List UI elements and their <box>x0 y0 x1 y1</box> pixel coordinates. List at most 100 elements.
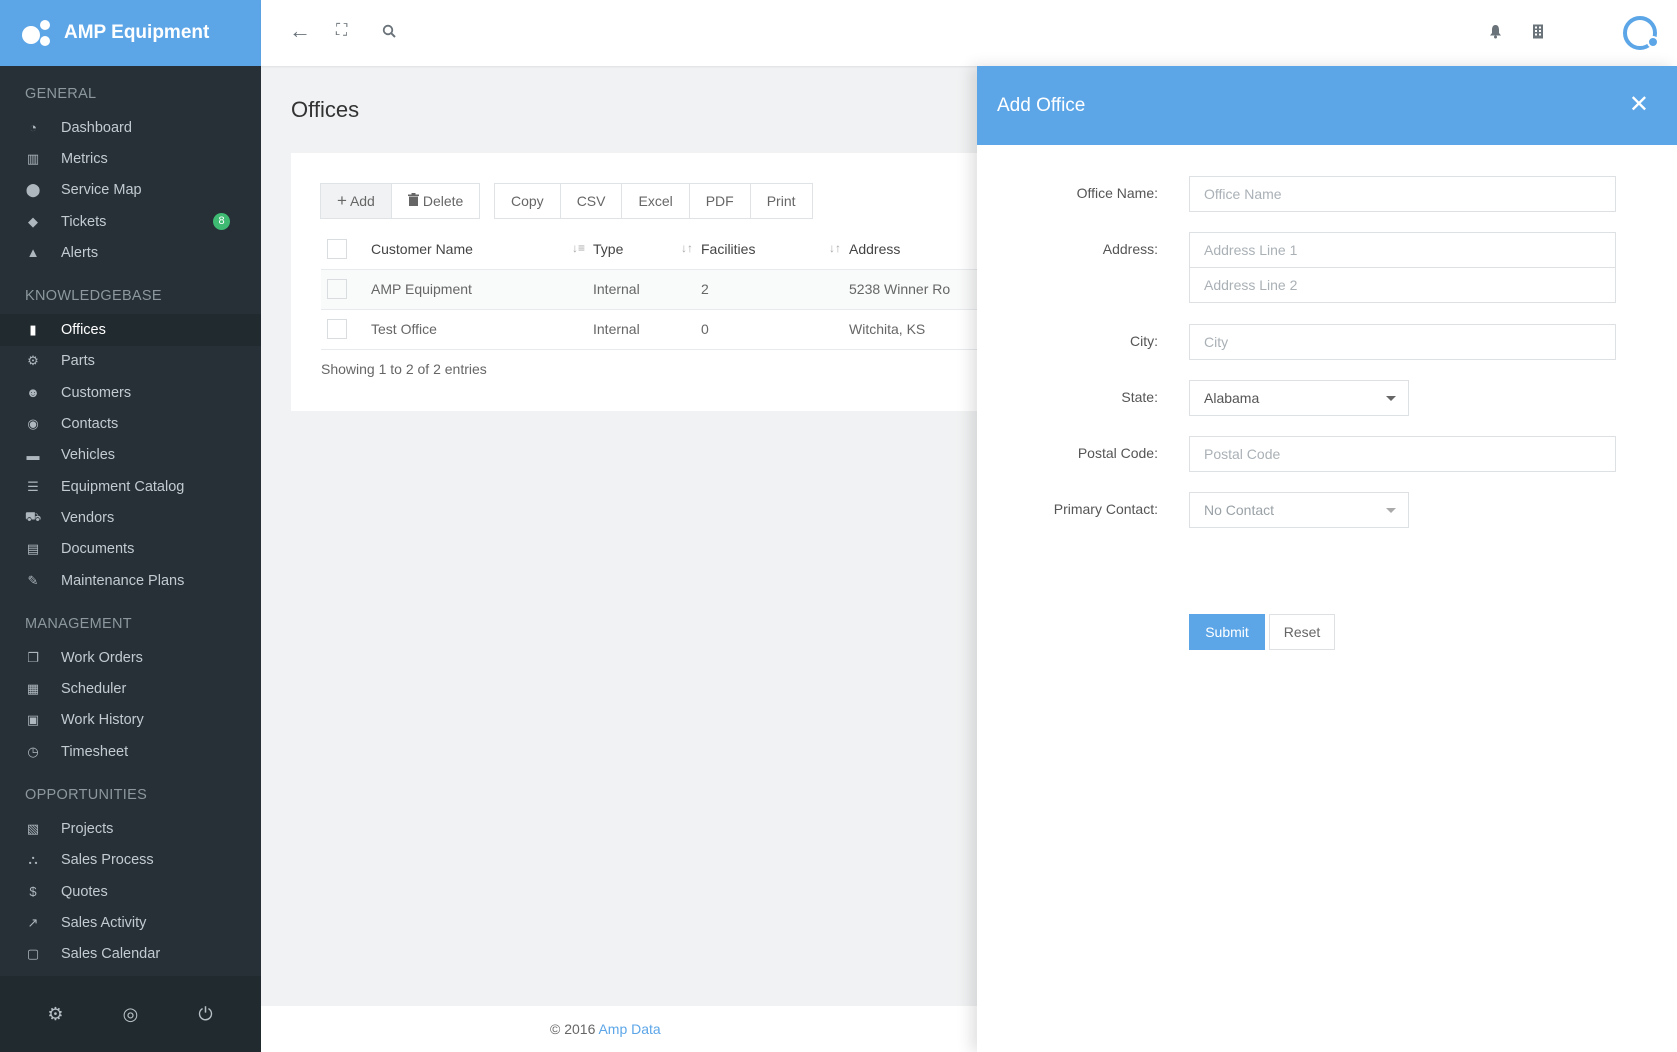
table-cell: 2 <box>701 269 849 310</box>
sidebar-item-sales-activity[interactable]: ↗ Sales Activity <box>0 907 261 938</box>
sidebar-item-label: Contacts <box>61 416 119 433</box>
delete-button[interactable]: Delete <box>390 183 481 219</box>
sidebar-item-label: Quotes <box>61 883 108 900</box>
city-label: City: <box>1130 333 1158 349</box>
sidebar-item-sales-calendar[interactable]: ▢ Sales Calendar <box>0 939 261 970</box>
sidebar-item-label: Work History <box>61 712 144 729</box>
user-circle-icon: ◉ <box>27 416 39 432</box>
column-header-type[interactable]: Type ↓↑ <box>593 229 701 270</box>
sidebar-item-metrics[interactable]: ▥ Metrics <box>0 143 261 174</box>
list-icon: ☰ <box>27 478 39 494</box>
sidebar-item-service-map[interactable]: ⬤ Service Map <box>0 175 261 206</box>
csv-button[interactable]: CSV <box>559 183 623 219</box>
primary-contact-select[interactable]: No Contact <box>1189 492 1409 528</box>
office-name-input[interactable]: Office Name <box>1189 176 1616 212</box>
sidebar-item-maintenance-plans[interactable]: ✎ Maintenance Plans <box>0 565 261 596</box>
sidebar-item-timesheet[interactable]: ◷ Timesheet <box>0 736 261 767</box>
building-icon[interactable] <box>1532 24 1544 42</box>
column-label: Type <box>593 240 624 257</box>
sidebar-item-customers[interactable]: ☻ Customers <box>0 377 261 408</box>
copy-button[interactable]: Copy <box>494 183 561 219</box>
reset-button[interactable]: Reset <box>1269 614 1335 650</box>
eye-slash-icon[interactable]: ◎ <box>119 1004 143 1025</box>
sidebar-item-work-orders[interactable]: ❐ Work Orders <box>0 642 261 673</box>
sidebar-item-scheduler[interactable]: ▦ Scheduler <box>0 673 261 704</box>
table-cell: Test Office <box>371 309 593 350</box>
sidebar: AMP Equipment GENERAL ◔ Dashboard ▥ Metrics ⬤… <box>0 0 261 1052</box>
topbar: ← ⛶ <box>261 0 1677 66</box>
sidebar-item-alerts[interactable]: ▲ Alerts <box>0 237 261 268</box>
sidebar-item-label: Work Orders <box>61 649 143 666</box>
column-label: Address <box>849 240 901 257</box>
sidebar-item-dashboard[interactable]: ◔ Dashboard <box>0 112 261 143</box>
panel-header: Add Office ✕ <box>977 66 1677 145</box>
bell-icon[interactable] <box>1489 24 1502 42</box>
row-checkbox[interactable] <box>327 279 347 299</box>
sidebar-item-offices[interactable]: ▮ Offices <box>0 314 261 346</box>
sidebar-item-parts[interactable]: ⚙ Parts <box>0 346 261 377</box>
trash-icon <box>407 193 419 209</box>
sidebar-item-tickets[interactable]: ◆ Tickets 8 <box>0 206 261 237</box>
sort-icon: ↓↑ <box>829 240 841 255</box>
sidebar-item-label: Projects <box>61 820 114 837</box>
search-icon[interactable] <box>382 24 396 41</box>
amp-data-link[interactable]: Amp Data <box>598 1021 660 1037</box>
sidebar-item-sales-process[interactable]: ⛬ Sales Process <box>0 845 261 876</box>
state-value: Alabama <box>1204 390 1260 406</box>
sidebar-item-vehicles[interactable]: ▬ Vehicles <box>0 440 261 471</box>
row-checkbox[interactable] <box>327 319 347 339</box>
city-input[interactable]: City <box>1189 324 1616 360</box>
page-title: Offices <box>291 97 360 122</box>
row-select-cell <box>321 309 371 350</box>
back-arrow-icon[interactable]: ← <box>289 18 311 44</box>
add-button[interactable]: + Add <box>320 183 392 219</box>
caret-down-icon <box>1386 396 1396 401</box>
state-select[interactable]: Alabama <box>1189 380 1409 416</box>
gear-icon[interactable]: ⚙ <box>44 1004 68 1025</box>
column-label: Facilities <box>701 240 756 257</box>
copy-icon: ❐ <box>27 649 39 665</box>
sidebar-item-work-history[interactable]: ▣ Work History <box>0 705 261 736</box>
close-icon[interactable]: ✕ <box>1629 90 1649 119</box>
sidebar-item-label: Service Map <box>61 182 142 199</box>
sidebar-item-vendors[interactable]: ⛟ Vendors <box>0 502 261 533</box>
row-select-cell <box>321 269 371 310</box>
sidebar-item-quotes[interactable]: $ Quotes <box>0 876 261 907</box>
logo-icon <box>22 20 52 46</box>
submit-button[interactable]: Submit <box>1189 614 1265 650</box>
sidebar-item-label: Documents <box>61 541 135 558</box>
calendar-o-icon: ▢ <box>26 946 40 962</box>
wrench-icon: ✎ <box>27 572 39 588</box>
column-header-facilities[interactable]: Facilities ↓↑ <box>701 229 849 270</box>
state-label: State: <box>1121 389 1158 405</box>
office-name-label: Office Name: <box>1076 185 1158 201</box>
address-line1-input[interactable]: Address Line 1 <box>1189 232 1616 268</box>
sidebar-item-documents[interactable]: ▤ Documents <box>0 534 261 565</box>
add-label: Add <box>349 193 375 209</box>
brand[interactable]: AMP Equipment <box>0 0 261 66</box>
address-line2-input[interactable]: Address Line 2 <box>1189 267 1616 303</box>
select-all-checkbox[interactable] <box>327 238 347 259</box>
sidebar-item-label: Dashboard <box>61 119 132 136</box>
calendar-icon: ▦ <box>26 681 40 697</box>
cogs-icon: ⚙ <box>27 353 39 369</box>
pdf-button[interactable]: PDF <box>688 183 751 219</box>
table-cell: 0 <box>701 309 849 350</box>
excel-button[interactable]: Excel <box>621 183 690 219</box>
sort-asc-icon: ↓≡ <box>571 240 585 255</box>
power-icon[interactable]: ⏻ <box>194 1004 218 1025</box>
nav-section-title: GENERAL <box>25 86 97 102</box>
print-button[interactable]: Print <box>749 183 813 219</box>
export-button-group: Copy CSV Excel PDF Print <box>494 183 813 219</box>
column-header-customer-name[interactable]: Customer Name ↓≡ <box>371 229 593 270</box>
sitemap-icon: ⛬ <box>28 852 38 868</box>
sidebar-item-projects[interactable]: ▧ Projects <box>0 813 261 844</box>
crud-button-group: + Add Delete <box>320 183 481 219</box>
warning-icon: ▲ <box>26 245 40 261</box>
postal-code-input[interactable]: Postal Code <box>1189 436 1616 472</box>
sidebar-item-equipment-catalog[interactable]: ☰ Equipment Catalog <box>0 471 261 502</box>
footer-spacer <box>261 1006 521 1052</box>
fullscreen-icon[interactable]: ⛶ <box>336 22 347 40</box>
nav-section-title: KNOWLEDGEBASE <box>25 288 162 305</box>
sidebar-item-contacts[interactable]: ◉ Contacts <box>0 408 261 439</box>
